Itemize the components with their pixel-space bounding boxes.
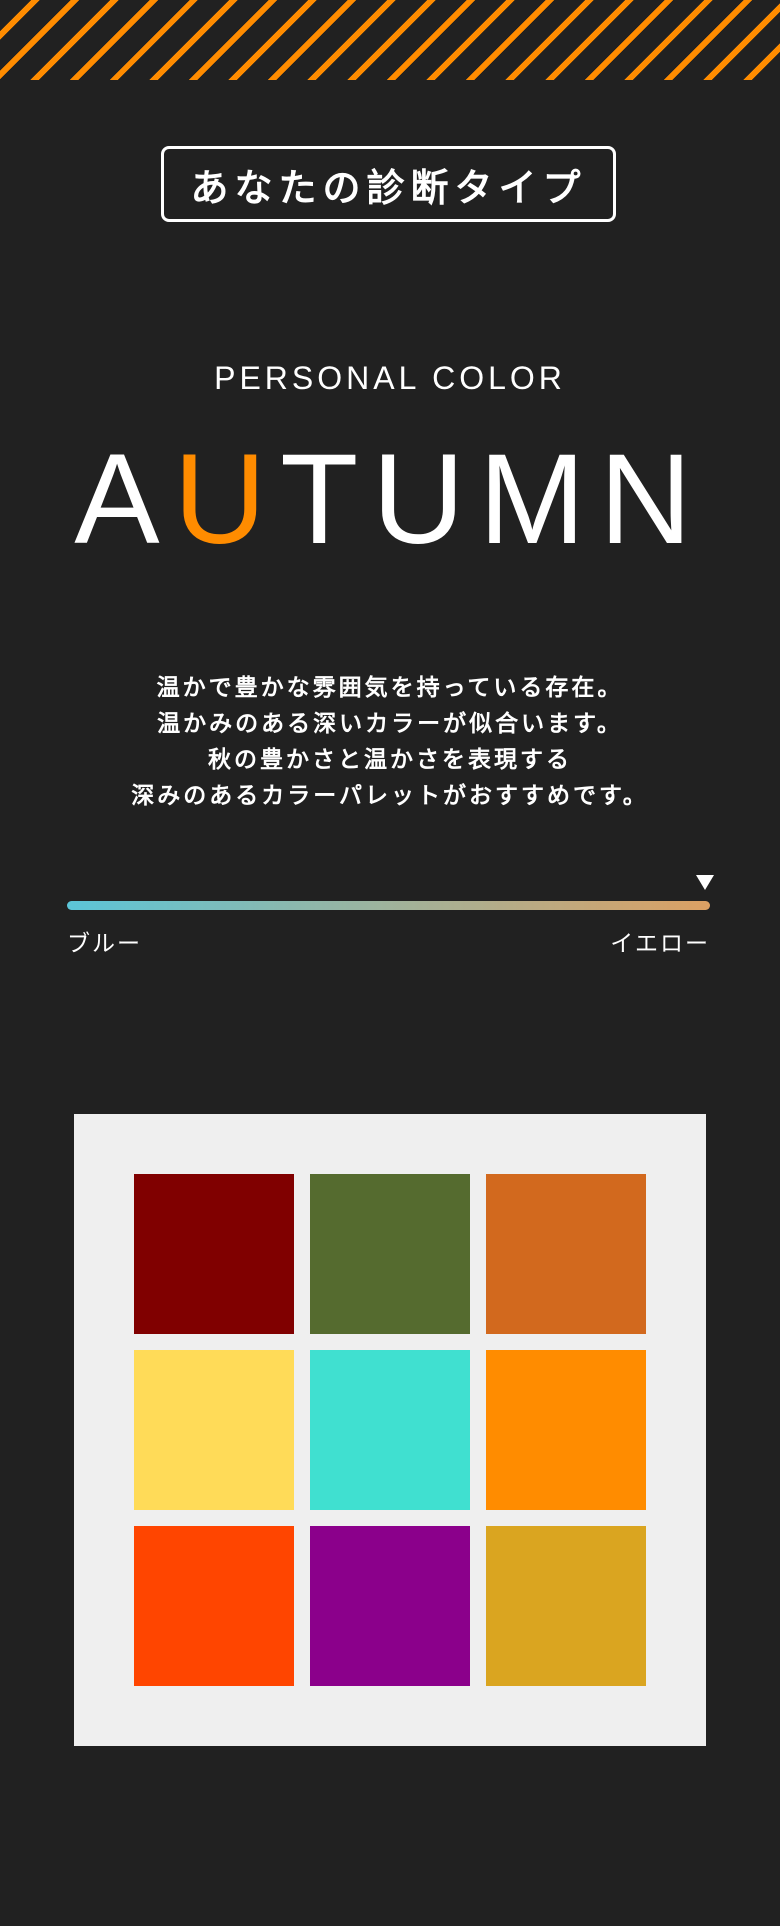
color-swatch (486, 1526, 646, 1686)
decorative-stripe-band (0, 0, 780, 80)
color-swatch (310, 1526, 470, 1686)
scale-label-blue: ブルー (67, 931, 142, 957)
description-line: 深みのあるカラーパレットがおすすめです。 (131, 783, 649, 809)
personal-color-caption: PERSONAL COLOR (214, 360, 566, 396)
color-swatch (134, 1350, 294, 1510)
season-letter: A (74, 428, 174, 571)
season-description: 温かで豊かな雰囲気を持っている存在。 温かみのある深いカラーが似合います。 秋の… (0, 670, 780, 814)
color-swatch (310, 1174, 470, 1334)
season-letter: N (599, 428, 706, 571)
color-swatch (486, 1350, 646, 1510)
blue-yellow-scale-bar (67, 901, 710, 910)
swatch-grid (134, 1174, 646, 1686)
season-letter: M (478, 428, 600, 571)
diagnosis-type-text: あなたの診断タイプ (190, 165, 587, 210)
description-line: 温かで豊かな雰囲気を持っている存在。 (156, 675, 624, 701)
season-letter: U (372, 428, 479, 571)
season-letter: T (280, 428, 373, 571)
color-swatch (134, 1174, 294, 1334)
season-title: AUTUMN (0, 420, 780, 580)
description-line: 温かみのある深いカラーが似合います。 (157, 711, 623, 737)
color-swatch (134, 1526, 294, 1686)
color-swatch (486, 1174, 646, 1334)
color-swatch (310, 1350, 470, 1510)
scale-label-yellow: イエロー (610, 931, 710, 957)
season-letter-accent: U (173, 428, 281, 571)
diagnosis-type-label: あなたの診断タイプ (161, 146, 616, 222)
description-line: 秋の豊かさと温かさを表現する (208, 747, 572, 773)
color-palette-card (74, 1114, 706, 1746)
scale-marker-icon (696, 875, 714, 890)
